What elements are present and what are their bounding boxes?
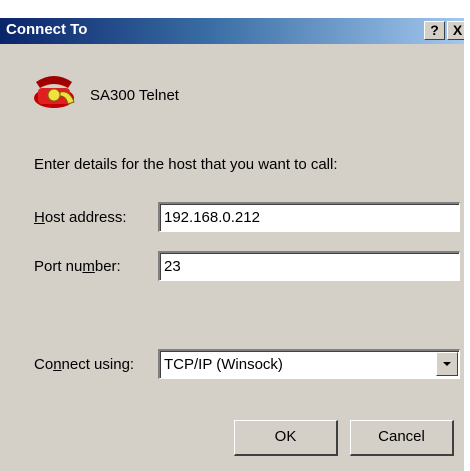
right-margin bbox=[464, 0, 470, 471]
help-button[interactable]: ? bbox=[424, 21, 445, 40]
connect-label-pre: Co bbox=[34, 356, 54, 373]
port-number-label: Port number: bbox=[34, 258, 121, 275]
cancel-button[interactable]: Cancel bbox=[350, 420, 454, 456]
port-label-pre: Port nu bbox=[34, 258, 83, 275]
host-address-label: Host address: bbox=[34, 209, 127, 226]
phone-icon bbox=[34, 76, 75, 108]
connect-label-post: nect using: bbox=[61, 356, 135, 373]
connect-label-accelerator: n bbox=[53, 356, 62, 373]
connection-name: SA300 Telnet bbox=[90, 87, 179, 104]
port-label-accelerator: m bbox=[82, 258, 95, 275]
connect-to-dialog: Connect To ? X SA300 Telnet Enter detail… bbox=[0, 0, 470, 471]
port-number-input[interactable]: 23 bbox=[158, 251, 460, 281]
host-address-input[interactable]: 192.168.0.212 bbox=[158, 202, 460, 232]
connect-using-select[interactable]: TCP/IP (Winsock) bbox=[158, 349, 460, 379]
instruction-text: Enter details for the host that you want… bbox=[34, 156, 338, 173]
connect-using-label: Connect using: bbox=[34, 356, 134, 373]
connect-using-value: TCP/IP (Winsock) bbox=[164, 356, 283, 373]
host-label-accelerator: H bbox=[34, 209, 45, 226]
top-margin bbox=[0, 0, 470, 18]
port-label-post: ber: bbox=[94, 258, 121, 275]
chevron-down-icon[interactable] bbox=[436, 352, 458, 376]
host-label-rest: ost address: bbox=[44, 209, 127, 226]
title-bar[interactable]: Connect To ? X bbox=[0, 18, 470, 44]
window-title: Connect To bbox=[6, 21, 88, 38]
ok-button[interactable]: OK bbox=[234, 420, 338, 456]
